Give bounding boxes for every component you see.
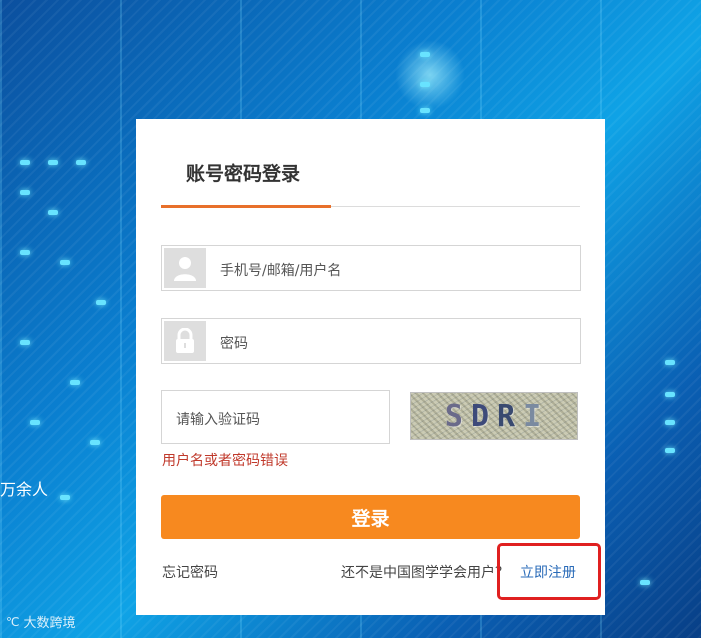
captcha-image[interactable]: S D R I [410, 392, 578, 440]
active-tab-underline [161, 205, 331, 208]
decor-dot [48, 210, 58, 215]
decor-dot [20, 340, 30, 345]
decor-dot [20, 160, 30, 165]
login-button[interactable]: 登录 [161, 495, 580, 539]
watermark-text: 大数跨境 [23, 616, 76, 631]
user-icon [164, 248, 206, 288]
decor-dot [76, 160, 86, 165]
captcha-char: D [470, 398, 491, 434]
password-placeholder: 密码 [220, 336, 248, 352]
not-member-prompt: 还不是中国图学学会用户？ [341, 565, 509, 581]
captcha-char: R [497, 398, 518, 434]
watermark: ℃ 大数跨境 [6, 612, 76, 632]
decor-dot [90, 440, 100, 445]
decor-dot [20, 190, 30, 195]
captcha-char: S [444, 398, 465, 434]
decor-dot [420, 52, 430, 57]
decor-dot [20, 250, 30, 255]
decor-dot [48, 160, 58, 165]
decor-dot [665, 360, 675, 365]
decor-dot [96, 300, 106, 305]
decor-dot [420, 108, 430, 113]
decor-dot [420, 82, 430, 87]
decor-dot [665, 420, 675, 425]
decor-dot [60, 495, 70, 500]
background-glow [395, 40, 465, 110]
decor-dot [665, 448, 675, 453]
forgot-password-link[interactable]: 忘记密码 [162, 562, 218, 582]
captcha-char: I [523, 398, 544, 434]
decor-dot [60, 260, 70, 265]
watermark-logo-icon: ℃ [6, 614, 20, 629]
lock-icon [164, 321, 206, 361]
login-card: 账号密码登录 手机号/邮箱/用户名 密码 请输入验证码 S D R I 用户名或… [136, 119, 605, 615]
decor-dot [665, 392, 675, 397]
captcha-input[interactable]: 请输入验证码 [161, 390, 390, 444]
decor-dot [70, 380, 80, 385]
username-field[interactable]: 手机号/邮箱/用户名 [161, 245, 581, 291]
password-field[interactable]: 密码 [161, 318, 581, 364]
register-highlight-box [497, 543, 601, 600]
username-placeholder: 手机号/邮箱/用户名 [220, 263, 342, 279]
decor-dot [640, 580, 650, 585]
error-message: 用户名或者密码错误 [162, 453, 288, 469]
background-side-text: 万余人 [0, 480, 49, 499]
decor-dot [30, 420, 40, 425]
tab-account-password-login[interactable]: 账号密码登录 [186, 159, 300, 186]
captcha-placeholder: 请输入验证码 [176, 412, 260, 428]
